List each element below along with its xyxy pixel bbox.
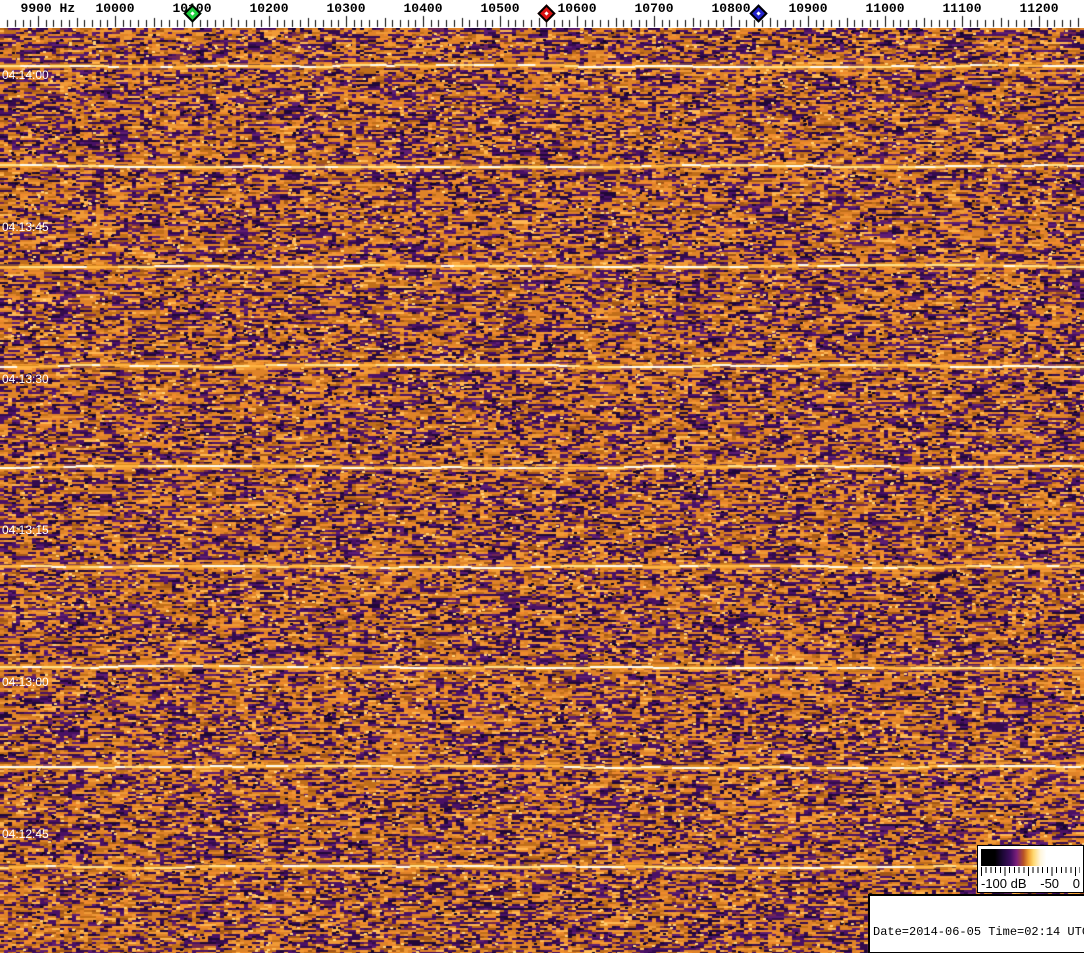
time-axis-label: 04:13:45	[2, 220, 49, 234]
time-axis-label: 04:12:45	[2, 827, 49, 841]
signal-strength-scale: -100 dB -50 0	[977, 845, 1084, 893]
color-gradient-bar	[981, 849, 1080, 866]
freq-tick-label: 11200	[1019, 1, 1059, 16]
observation-info-box: Date=2014-06-05 Time=02:14 UTC Freq=143 …	[868, 894, 1084, 953]
freq-tick-label: 10200	[249, 1, 289, 16]
waterfall-spectrogram-canvas[interactable]	[0, 28, 1084, 953]
freq-tick-label: 10600	[557, 1, 597, 16]
time-axis-label: 04:13:15	[2, 523, 49, 537]
freq-tick-label: 10800	[711, 1, 751, 16]
freq-tick-label: 10900	[788, 1, 828, 16]
freq-tick-label: 10000	[95, 1, 135, 16]
info-date-time: Date=2014-06-05 Time=02:14 UTC	[873, 925, 1084, 939]
marker-center-dot	[544, 11, 549, 16]
freq-tick-label: 11100	[942, 1, 982, 16]
freq-tick-label: 10300	[326, 1, 366, 16]
freq-tick-label: 10500	[480, 1, 520, 16]
time-axis-label: 04:13:30	[2, 372, 49, 386]
freq-tick-label: 9900 Hz	[20, 1, 76, 16]
freq-tick-label: 11000	[865, 1, 905, 16]
freq-tick-label: 10400	[403, 1, 443, 16]
scale-label-mid: -50	[1040, 875, 1060, 891]
time-axis-label: 04:14:00	[2, 68, 49, 82]
frequency-ruler[interactable]: 9900 Hz100001010010200103001040010500106…	[0, 0, 1084, 28]
marker-center-dot	[756, 11, 761, 16]
spectrogram-app-window: 9900 Hz100001010010200103001040010500106…	[0, 0, 1084, 953]
scale-label-max: 0	[1072, 875, 1080, 891]
time-axis-label: 04:13:00	[2, 675, 49, 689]
scale-label-min: -100 dB	[981, 875, 1027, 891]
marker-center-dot	[190, 11, 195, 16]
freq-tick-label: 10700	[634, 1, 674, 16]
scale-labels: -100 dB -50 0	[981, 875, 1080, 891]
